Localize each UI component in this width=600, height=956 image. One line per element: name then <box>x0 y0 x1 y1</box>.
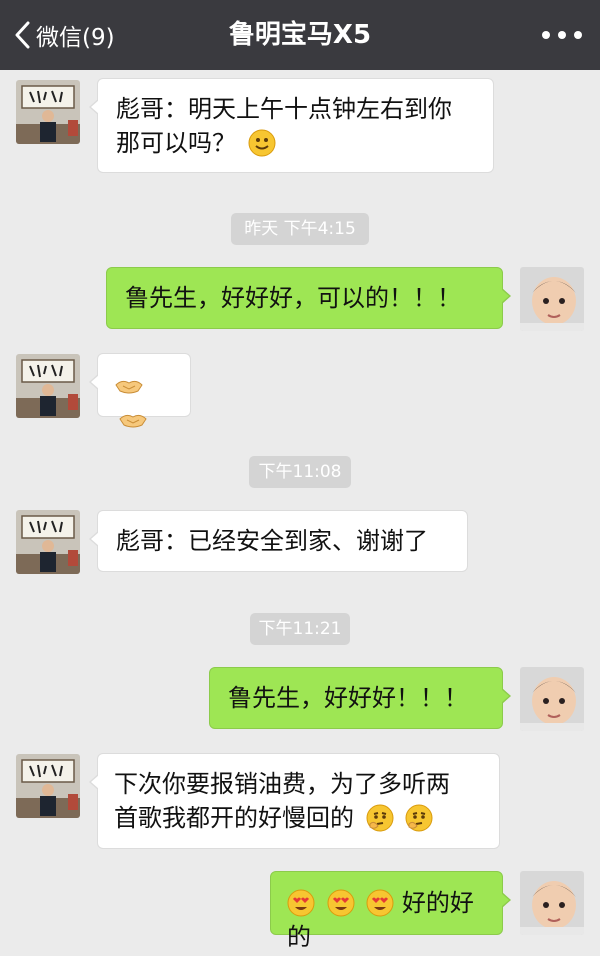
heart-eyes-emoji-icon <box>366 889 394 917</box>
message-bubble-incoming[interactable] <box>89 353 191 428</box>
thinking-emoji-icon <box>366 804 394 832</box>
more-options-icon[interactable] <box>542 25 582 45</box>
contact-avatar[interactable] <box>16 80 80 144</box>
contact-avatar-image <box>16 354 80 418</box>
heart-eyes-emoji-icon <box>287 889 315 917</box>
my-avatar[interactable] <box>520 267 584 331</box>
message-bubble-incoming[interactable]: 彪哥：明天上午十点钟左右到你 那可以吗？ <box>89 78 494 173</box>
my-avatar-image <box>520 667 584 731</box>
message-bubble-incoming[interactable]: 彪哥：已经安全到家、谢谢了 <box>89 510 468 572</box>
timestamp: 下午11:08 <box>249 456 351 488</box>
message-text: 那可以吗？ <box>116 129 236 157</box>
navigation-bar: 微信(9) 鲁明宝马X5 <box>0 0 600 70</box>
handshake-emoji-icon <box>114 371 144 399</box>
chat-area[interactable]: 彪哥：明天上午十点钟左右到你 那可以吗？ 昨天 下午4:15 鲁先生，好好好，可… <box>0 70 600 956</box>
contact-avatar[interactable] <box>16 510 80 574</box>
my-avatar[interactable] <box>520 871 584 935</box>
message-text: 鲁先生，好好好！！！ <box>228 684 468 712</box>
my-avatar-image <box>520 267 584 331</box>
contact-avatar-image <box>16 754 80 818</box>
message-bubble-outgoing[interactable]: 鲁先生，好好好，可以的！！！ <box>106 267 511 329</box>
my-avatar-image <box>520 871 584 935</box>
message-text: 下次你要报销油费，为了多听两 <box>114 770 450 798</box>
timestamp: 下午11:21 <box>250 613 350 645</box>
message-text: 首歌我都开的好慢回的 <box>114 804 354 832</box>
heart-eyes-emoji-icon <box>327 889 355 917</box>
contact-avatar[interactable] <box>16 354 80 418</box>
my-avatar[interactable] <box>520 667 584 731</box>
message-bubble-outgoing[interactable]: 好的好的 <box>270 871 511 951</box>
message-bubble-incoming[interactable]: 下次你要报销油费，为了多听两 首歌我都开的好慢回的 <box>89 753 500 849</box>
contact-avatar[interactable] <box>16 754 80 818</box>
chat-title: 鲁明宝马X5 <box>228 20 372 50</box>
contact-avatar-image <box>16 510 80 574</box>
message-text: 鲁先生，好好好，可以的！！！ <box>125 284 461 312</box>
message-text: 彪哥：已经安全到家、谢谢了 <box>116 527 428 555</box>
handshake-emoji-icon <box>118 405 148 433</box>
message-bubble-outgoing[interactable]: 鲁先生，好好好！！！ <box>209 667 511 729</box>
thinking-emoji-icon <box>405 804 433 832</box>
contact-avatar-image <box>16 80 80 144</box>
timestamp: 昨天 下午4:15 <box>231 213 369 245</box>
message-text: 彪哥：明天上午十点钟左右到你 <box>116 95 452 123</box>
smile-emoji-icon <box>248 129 276 157</box>
